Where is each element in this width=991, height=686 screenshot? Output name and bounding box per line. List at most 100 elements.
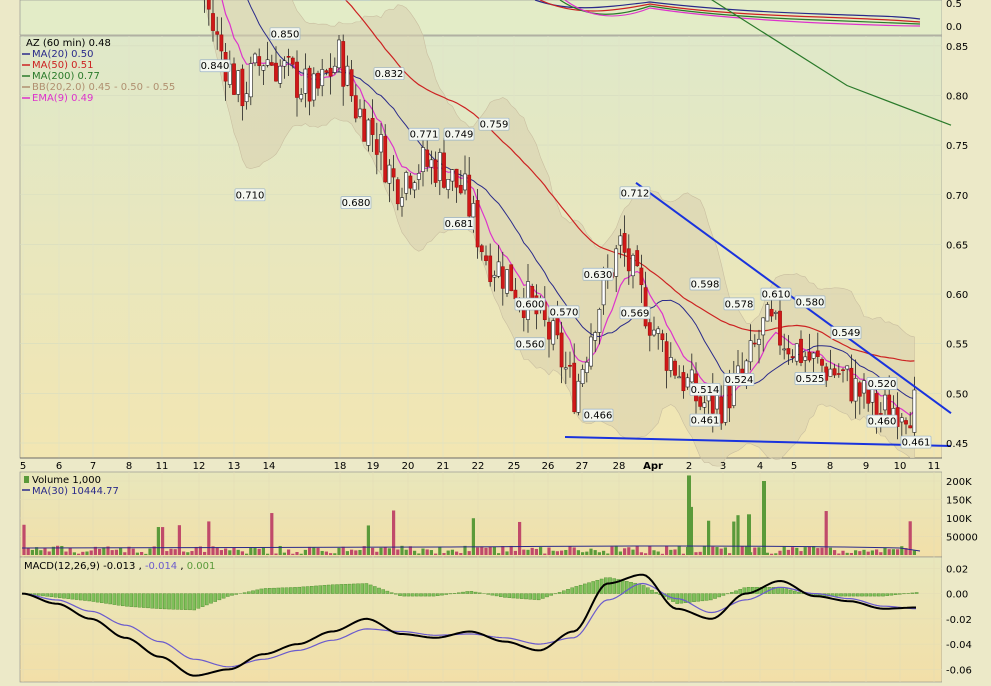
macd-histogram-bar [486,593,491,595]
volume-bar [912,550,916,555]
volume-bar [119,547,123,555]
volume-bar [652,550,656,555]
volume-bar-spike [747,514,751,555]
volume-bar [576,550,580,555]
candle-body [261,65,266,71]
price-axis-tick: 0.50 [946,389,968,400]
candle-body [290,57,295,65]
candle-body [412,182,417,191]
candle-body [794,343,799,362]
volume-bar [593,550,597,555]
price-label: 0.598 [689,277,721,291]
volume-bar [639,552,643,555]
candle-body [442,152,446,188]
macd-histogram-bar [709,593,713,601]
volume-bar [665,546,669,555]
volume-bar [765,552,769,555]
macd-histogram-bar [268,588,272,594]
volume-bar [501,546,505,555]
volume-bar [484,547,488,555]
macd-histogram-bar [120,593,125,607]
macd-histogram-bar [255,589,260,594]
price-label: 0.610 [760,287,792,301]
macd-histogram-bar [293,587,297,594]
volume-bar [505,551,509,555]
candle-body [257,56,262,66]
macd-histogram-bar [511,593,516,599]
price-label-text: 0.466 [584,411,613,422]
volume-bar [240,551,244,555]
volume-bar [308,546,312,555]
candle-body [467,174,472,217]
volume-bar [253,547,257,555]
candle-body [618,235,623,246]
macd-histogram-bar [331,584,335,594]
candle-body [496,261,501,277]
macd-histogram-bar [515,593,520,599]
candle-body [841,369,845,371]
candle-body [580,369,585,384]
price-label-text: 0.610 [762,290,791,301]
volume-bar [429,550,433,555]
candle-body [387,164,392,184]
volume-bar [509,545,513,555]
x-axis-tick: 8 [827,461,833,472]
price-label-text: 0.560 [516,339,545,350]
volume-bar [303,549,307,555]
macd-histogram-bar [478,592,482,594]
volume-bar [39,550,43,555]
macd-histogram-bar [398,593,402,596]
candle-body [702,402,707,408]
candle-body [597,309,602,333]
macd-histogram-bar [566,589,570,594]
volume-bar [442,553,446,555]
macd-histogram-bar [872,593,877,597]
volume-bar [161,527,165,555]
candle-body [836,373,841,375]
candle-body [471,203,476,218]
macd-axis-tick: -0.04 [946,640,972,651]
candle-body [559,332,564,368]
macd-histogram-bar [221,593,226,599]
price-label: 0.890 [341,0,371,1]
candle-body [282,60,287,67]
volume-bar [224,548,228,555]
volume-bar [341,546,345,555]
volume-bar [522,549,526,555]
x-axis-tick: 4 [757,461,763,472]
volume-bar [694,552,698,555]
volume-bar [480,546,484,555]
volume-bar [618,551,622,555]
candle-body [244,93,249,103]
volume-ma-label: MA(30) 10444.77 [32,486,119,497]
volume-bar [438,547,442,555]
volume-bar [816,548,820,555]
macd-histogram-bar [679,593,684,604]
volume-bar [173,549,177,555]
candle-body [912,389,917,433]
price-axis-tick: 0.60 [946,290,968,301]
volume-bar [812,546,816,555]
top-strip-panel [19,0,943,36]
candle-body [345,65,350,86]
macd-name: MACD(12,26,9) [24,561,100,572]
volume-bar [644,553,648,555]
candle-body [395,179,400,205]
volume-bar [320,550,324,555]
candle-body [513,289,518,300]
macd-histogram-bar [62,593,66,599]
macd-histogram-bar [272,587,276,594]
volume-axis-tick: 50000 [946,533,978,544]
volume-bar [824,511,828,555]
macd-histogram-bar [326,584,331,594]
candle-body [878,413,883,415]
x-axis-tick: 7 [90,461,96,472]
macd-histogram-bar [406,593,411,597]
macd-histogram-bar [461,591,465,594]
volume-bar [30,549,34,555]
macd-histogram-bar [646,587,650,594]
volume-bar [681,553,685,555]
macd-histogram-bar [171,593,176,610]
candle-body [832,368,837,376]
candle-body [589,336,593,367]
